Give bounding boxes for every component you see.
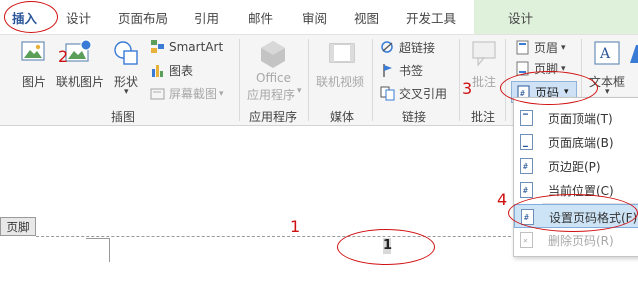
screenshot-icon — [150, 88, 165, 100]
screenshot-button[interactable]: 屏幕截图 ▾ — [150, 85, 224, 102]
office-apps-icon[interactable] — [258, 39, 288, 69]
page-margin-icon: # — [520, 158, 533, 174]
footer-boundary-line — [36, 236, 516, 237]
office-apps-dropdown-arrow-icon[interactable]: ▾ — [297, 86, 302, 96]
header-dropdown-arrow-icon: ▾ — [561, 42, 566, 53]
header-button[interactable]: 页眉 ▾ — [515, 39, 566, 56]
menu-item-label: 页边距(P) — [548, 160, 601, 174]
tab-review[interactable]: 审阅 — [302, 8, 327, 27]
bookmark-icon — [383, 64, 392, 77]
chart-label: 图表 — [169, 64, 194, 78]
remove-page-number-icon: ✕ — [520, 232, 533, 248]
hyperlink-icon — [381, 41, 393, 53]
chart-icon — [152, 65, 163, 77]
ribbon-tab-bar: 插入 设计 页面布局 引用 邮件 审阅 视图 开发工具 设计 — [0, 0, 638, 34]
cross-reference-label: 交叉引用 — [399, 87, 448, 101]
menu-item-bottom-of-page[interactable]: ▁ 页面底端(B) — [514, 130, 638, 154]
wordart-icon[interactable] — [628, 41, 638, 65]
group-label-media: 媒体 — [330, 110, 355, 124]
group-label-comments: 批注 — [471, 110, 496, 124]
cross-reference-icon — [380, 86, 395, 101]
shapes-icon[interactable] — [112, 39, 142, 67]
margin-corner-mark — [86, 238, 110, 239]
header-icon — [516, 40, 529, 55]
header-label: 页眉 — [534, 41, 559, 55]
shapes-dropdown-arrow-icon[interactable]: ▾ — [124, 87, 129, 97]
page-number-menu: ▔ 页面顶端(T) ▁ 页面底端(B) # 页边距(P) # 当前位置(C) #… — [513, 97, 638, 257]
cross-reference-button[interactable]: 交叉引用 — [380, 85, 447, 102]
annotation-ellipse-page-number-field — [337, 229, 435, 265]
annotation-step-4: 4 — [497, 190, 508, 209]
screenshot-dropdown-arrow-icon: ▾ — [219, 88, 224, 99]
tab-references[interactable]: 引用 — [194, 8, 219, 27]
annotation-step-2: 2 — [58, 47, 69, 66]
online-picture-button[interactable]: 联机图片 — [56, 73, 104, 90]
tab-page-layout[interactable]: 页面布局 — [118, 8, 168, 27]
menu-item-label: 页面顶端(T) — [548, 112, 613, 126]
group-separator — [308, 39, 309, 121]
group-label-links: 链接 — [402, 110, 427, 124]
word-window: 插入 设计 页面布局 引用 邮件 审阅 视图 开发工具 设计 图片 联机图片 形… — [0, 0, 638, 286]
menu-item-label: 删除页码(R) — [548, 234, 614, 248]
group-separator — [372, 39, 373, 121]
page-bottom-icon: ▁ — [520, 134, 533, 150]
footer-area-tag: 页脚 — [0, 217, 36, 236]
annotation-ellipse-page-number-button — [500, 71, 598, 105]
tab-design[interactable]: 设计 — [66, 8, 91, 27]
smartart-icon — [151, 40, 164, 53]
group-separator — [239, 39, 240, 121]
menu-item-page-margins[interactable]: # 页边距(P) — [514, 154, 638, 178]
textbox-dropdown-arrow-icon[interactable]: ▾ — [605, 87, 610, 97]
chart-button[interactable]: 图表 — [150, 62, 193, 79]
current-position-icon: # — [520, 182, 533, 198]
menu-item-top-of-page[interactable]: ▔ 页面顶端(T) — [514, 106, 638, 130]
group-label-apps: 应用程序 — [249, 110, 298, 124]
bookmark-button[interactable]: 书签 — [380, 62, 423, 79]
picture-icon[interactable] — [20, 39, 46, 65]
tab-header-footer-design[interactable]: 设计 — [508, 8, 533, 27]
group-separator — [459, 39, 460, 121]
screenshot-label: 屏幕截图 — [169, 87, 218, 101]
office-apps-button-line2[interactable]: 应用程序 — [247, 86, 295, 103]
svg-text:A: A — [599, 46, 611, 62]
textbox-icon[interactable]: A — [592, 39, 622, 67]
annotation-step-1: 1 — [290, 217, 301, 236]
annotation-step-3: 3 — [462, 79, 473, 98]
group-label-illustrations: 插图 — [111, 110, 136, 124]
comment-icon[interactable] — [470, 39, 498, 67]
picture-button[interactable]: 图片 — [22, 73, 46, 90]
page-top-icon: ▔ — [520, 110, 533, 126]
hyperlink-button[interactable]: 超链接 — [380, 39, 435, 56]
menu-item-label: 页面底端(B) — [548, 136, 614, 150]
tab-developer[interactable]: 开发工具 — [406, 8, 456, 27]
online-video-button[interactable]: 联机视频 — [316, 73, 364, 90]
tab-mailings[interactable]: 邮件 — [248, 8, 273, 27]
contextual-tab-band — [474, 0, 638, 34]
smartart-button[interactable]: SmartArt — [150, 39, 223, 54]
hyperlink-label: 超链接 — [399, 41, 436, 55]
annotation-ellipse-format-page-numbers — [508, 194, 638, 232]
bookmark-label: 书签 — [399, 64, 424, 78]
office-apps-button-line1[interactable]: Office — [256, 71, 291, 85]
smartart-label: SmartArt — [169, 39, 224, 54]
online-video-icon[interactable] — [328, 41, 356, 65]
tab-view[interactable]: 视图 — [354, 8, 379, 27]
new-comment-button[interactable]: 批注 — [472, 73, 496, 90]
online-picture-icon[interactable] — [64, 39, 92, 65]
margin-corner-mark — [109, 238, 110, 262]
annotation-ellipse-insert-tab — [4, 1, 58, 33]
